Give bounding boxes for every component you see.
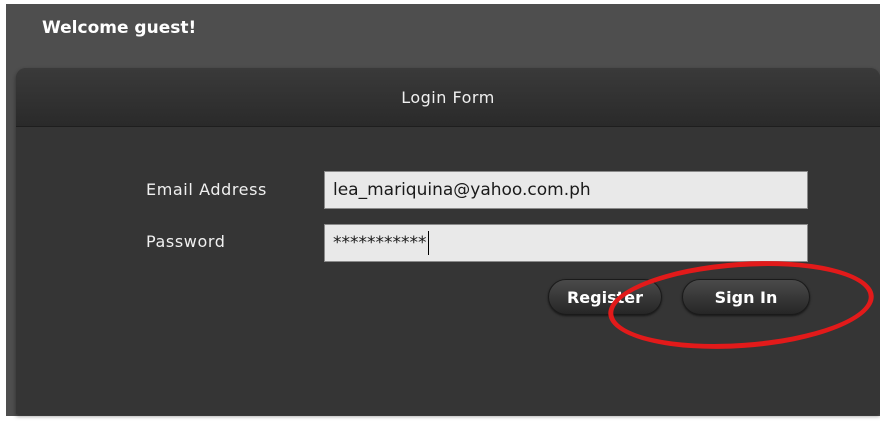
text-caret	[427, 231, 429, 255]
welcome-text: Welcome guest!	[42, 18, 197, 38]
email-value: lea_mariquina@yahoo.com.ph	[333, 180, 591, 200]
app-frame: Welcome guest! Login Form Email Address …	[6, 4, 880, 416]
login-panel-header: Login Form	[16, 68, 880, 127]
login-panel: Login Form Email Address lea_mariquina@y…	[16, 68, 880, 414]
email-label: Email Address	[146, 180, 267, 199]
password-value: ***********	[333, 233, 427, 253]
login-form-title: Login Form	[401, 88, 495, 107]
password-label: Password	[146, 232, 226, 251]
email-field[interactable]: lea_mariquina@yahoo.com.ph	[324, 171, 808, 209]
password-field[interactable]: ***********	[324, 224, 808, 262]
